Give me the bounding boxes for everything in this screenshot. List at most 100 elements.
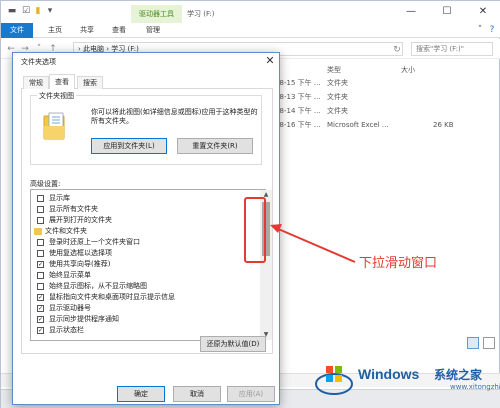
- item-type: 文件夹: [327, 79, 348, 87]
- column-type[interactable]: 类型: [327, 65, 341, 75]
- properties-icon[interactable]: ☑: [21, 6, 31, 16]
- folder-views-icon: [43, 112, 65, 140]
- option-label: 文件和文件夹: [45, 227, 87, 235]
- apply-to-folders-button[interactable]: 应用到文件夹(L): [91, 138, 167, 154]
- option-checkbox[interactable]: [37, 195, 44, 202]
- settings-option-row[interactable]: ✓ 显示状态栏: [31, 325, 231, 336]
- watermark-site-name: 系统之家: [434, 368, 483, 382]
- option-checkbox[interactable]: [37, 283, 44, 290]
- watermark: Windows 系统之家 www.xitongzhijia.net: [310, 358, 500, 400]
- ok-button[interactable]: 确定: [117, 386, 165, 402]
- item-type: 文件夹: [327, 93, 348, 101]
- settings-option-row[interactable]: ✓ 使用共享向导(推荐): [31, 259, 231, 270]
- quick-access-dropdown-icon[interactable]: ▾: [45, 6, 55, 16]
- dialog-tabs: 常规 查看 搜索: [21, 74, 273, 90]
- windows-logo-icon: [315, 366, 353, 395]
- settings-option-row[interactable]: 始终显示菜单: [31, 270, 231, 281]
- item-date: -8-15 下午 ...: [277, 79, 321, 87]
- option-checkbox[interactable]: [37, 206, 44, 213]
- folder-views-group: 文件夹视图 你可以将此视图(如详细信息或图标)应用于这种类型的所有文件夹。 应用…: [30, 91, 262, 165]
- reset-folders-button[interactable]: 重置文件夹(R): [177, 138, 253, 154]
- settings-option-row[interactable]: ✓ 显示同步提供程序通知: [31, 314, 231, 325]
- option-label: 显示状态栏: [49, 326, 84, 334]
- settings-option-row[interactable]: 显示所有文件夹: [31, 204, 231, 215]
- minimize-icon[interactable]: —: [393, 3, 429, 21]
- option-checkbox[interactable]: ✓: [37, 316, 44, 323]
- option-checkbox[interactable]: [37, 217, 44, 224]
- option-label: 显示所有文件夹: [49, 205, 98, 213]
- watermark-brand: Windows: [358, 366, 420, 382]
- column-size[interactable]: 大小: [401, 65, 415, 75]
- item-date: -8-14 下午 ...: [277, 107, 321, 115]
- advanced-settings-label: 高级设置:: [30, 180, 61, 188]
- option-label: 展开到打开的文件夹: [49, 216, 112, 224]
- item-type: 文件夹: [327, 107, 348, 115]
- system-menu-icon[interactable]: ▬: [7, 6, 17, 16]
- folder-options-dialog: 文件夹选项 ✕ 常规 查看 搜索 文件夹视图 你可以将此视图(如详细信息或图标)…: [12, 52, 280, 405]
- maximize-icon[interactable]: ☐: [429, 3, 465, 21]
- settings-option-row[interactable]: 始终显示图标，从不显示缩略图: [31, 281, 231, 292]
- option-label: 始终显示图标，从不显示缩略图: [49, 282, 147, 290]
- settings-group-row: 文件和文件夹: [31, 226, 231, 237]
- option-checkbox[interactable]: [37, 272, 44, 279]
- tab-view-options[interactable]: 查看: [49, 74, 75, 90]
- tab-search[interactable]: 搜索: [77, 76, 103, 89]
- details-view-icon[interactable]: [467, 337, 479, 349]
- option-checkbox[interactable]: ✓: [37, 261, 44, 268]
- tab-share[interactable]: 共享: [73, 23, 101, 38]
- option-label: 登录时还原上一个文件夹窗口: [49, 238, 140, 246]
- large-icons-view-icon[interactable]: [483, 337, 495, 349]
- folder-icon: [34, 228, 42, 235]
- scrollbar-highlight-box: [244, 197, 266, 263]
- watermark-url: www.xitongzhijia.net: [450, 383, 500, 391]
- settings-option-row[interactable]: 登录时还原上一个文件夹窗口: [31, 237, 231, 248]
- option-checkbox[interactable]: [37, 239, 44, 246]
- settings-option-row[interactable]: ✓ 鼠标指向文件夹和桌面项时显示提示信息: [31, 292, 231, 303]
- tab-home[interactable]: 主页: [41, 23, 69, 38]
- annotation-text: 下拉滑动窗口: [359, 256, 438, 271]
- list-item[interactable]: -8-15 下午 ... 文件夹: [277, 77, 500, 89]
- option-label: 使用复选框以选择项: [49, 249, 112, 257]
- option-label: 鼠标指向文件夹和桌面项时显示提示信息: [49, 293, 175, 301]
- settings-option-row[interactable]: ✓ 显示驱动器号: [31, 303, 231, 314]
- list-item[interactable]: -8-14 下午 ... 文件夹: [277, 105, 500, 117]
- ribbon-tabs: 文件 主页 共享 查看 管理 ˅ ?: [1, 23, 500, 38]
- advanced-settings-list[interactable]: 显示库 显示所有文件夹展开到打开的文件夹文件和文件夹登录时还原上一个文件夹窗口 使用…: [30, 189, 266, 341]
- search-input[interactable]: 搜索"学习 (F:)": [411, 42, 493, 56]
- list-item[interactable]: -8-16 下午 ... Microsoft Excel ... 26 KB: [277, 119, 500, 131]
- item-type: Microsoft Excel ...: [327, 121, 389, 129]
- option-checkbox[interactable]: ✓: [37, 327, 44, 334]
- new-folder-icon[interactable]: ▮: [33, 6, 43, 16]
- ribbon-expand-icon[interactable]: ˅: [475, 25, 485, 35]
- option-checkbox[interactable]: ✓: [37, 294, 44, 301]
- settings-option-row[interactable]: 显示库: [31, 193, 231, 204]
- option-checkbox[interactable]: [37, 250, 44, 257]
- restore-defaults-button[interactable]: 还原为默认值(D): [200, 336, 266, 352]
- option-label: 始终显示菜单: [49, 271, 91, 279]
- settings-option-row[interactable]: 使用复选框以选择项: [31, 248, 231, 259]
- folder-views-description: 你可以将此视图(如详细信息或图标)应用于这种类型的所有文件夹。: [91, 108, 258, 125]
- close-icon[interactable]: ✕: [465, 3, 500, 21]
- ribbon-context-tab[interactable]: 驱动器工具: [131, 5, 182, 23]
- option-label: 使用共享向导(推荐): [49, 260, 111, 268]
- refresh-icon[interactable]: ↻: [391, 44, 403, 56]
- folder-views-label: 文件夹视图: [37, 91, 76, 101]
- tab-manage[interactable]: 管理: [139, 23, 167, 38]
- help-icon[interactable]: ?: [487, 25, 497, 35]
- option-label: 显示同步提供程序通知: [49, 315, 119, 323]
- option-checkbox[interactable]: ✓: [37, 305, 44, 312]
- settings-option-row[interactable]: 展开到打开的文件夹: [31, 215, 231, 226]
- list-item[interactable]: -8-13 下午 ... 文件夹: [277, 91, 500, 103]
- cancel-button[interactable]: 取消: [173, 386, 221, 402]
- item-size: 26 KB: [433, 121, 454, 129]
- apply-button[interactable]: 应用(A): [227, 386, 275, 402]
- tab-general[interactable]: 常规: [23, 76, 49, 89]
- item-date: -8-13 下午 ...: [277, 93, 321, 101]
- item-date: -8-16 下午 ...: [277, 121, 321, 129]
- option-label: 显示驱动器号: [49, 304, 91, 312]
- tab-view[interactable]: 查看: [105, 23, 133, 38]
- dialog-title: 文件夹选项: [21, 58, 56, 66]
- dialog-close-icon[interactable]: ✕: [261, 53, 279, 69]
- view-tab-panel: 文件夹视图 你可以将此视图(如详细信息或图标)应用于这种类型的所有文件夹。 应用…: [21, 89, 273, 354]
- tab-file[interactable]: 文件: [1, 23, 33, 38]
